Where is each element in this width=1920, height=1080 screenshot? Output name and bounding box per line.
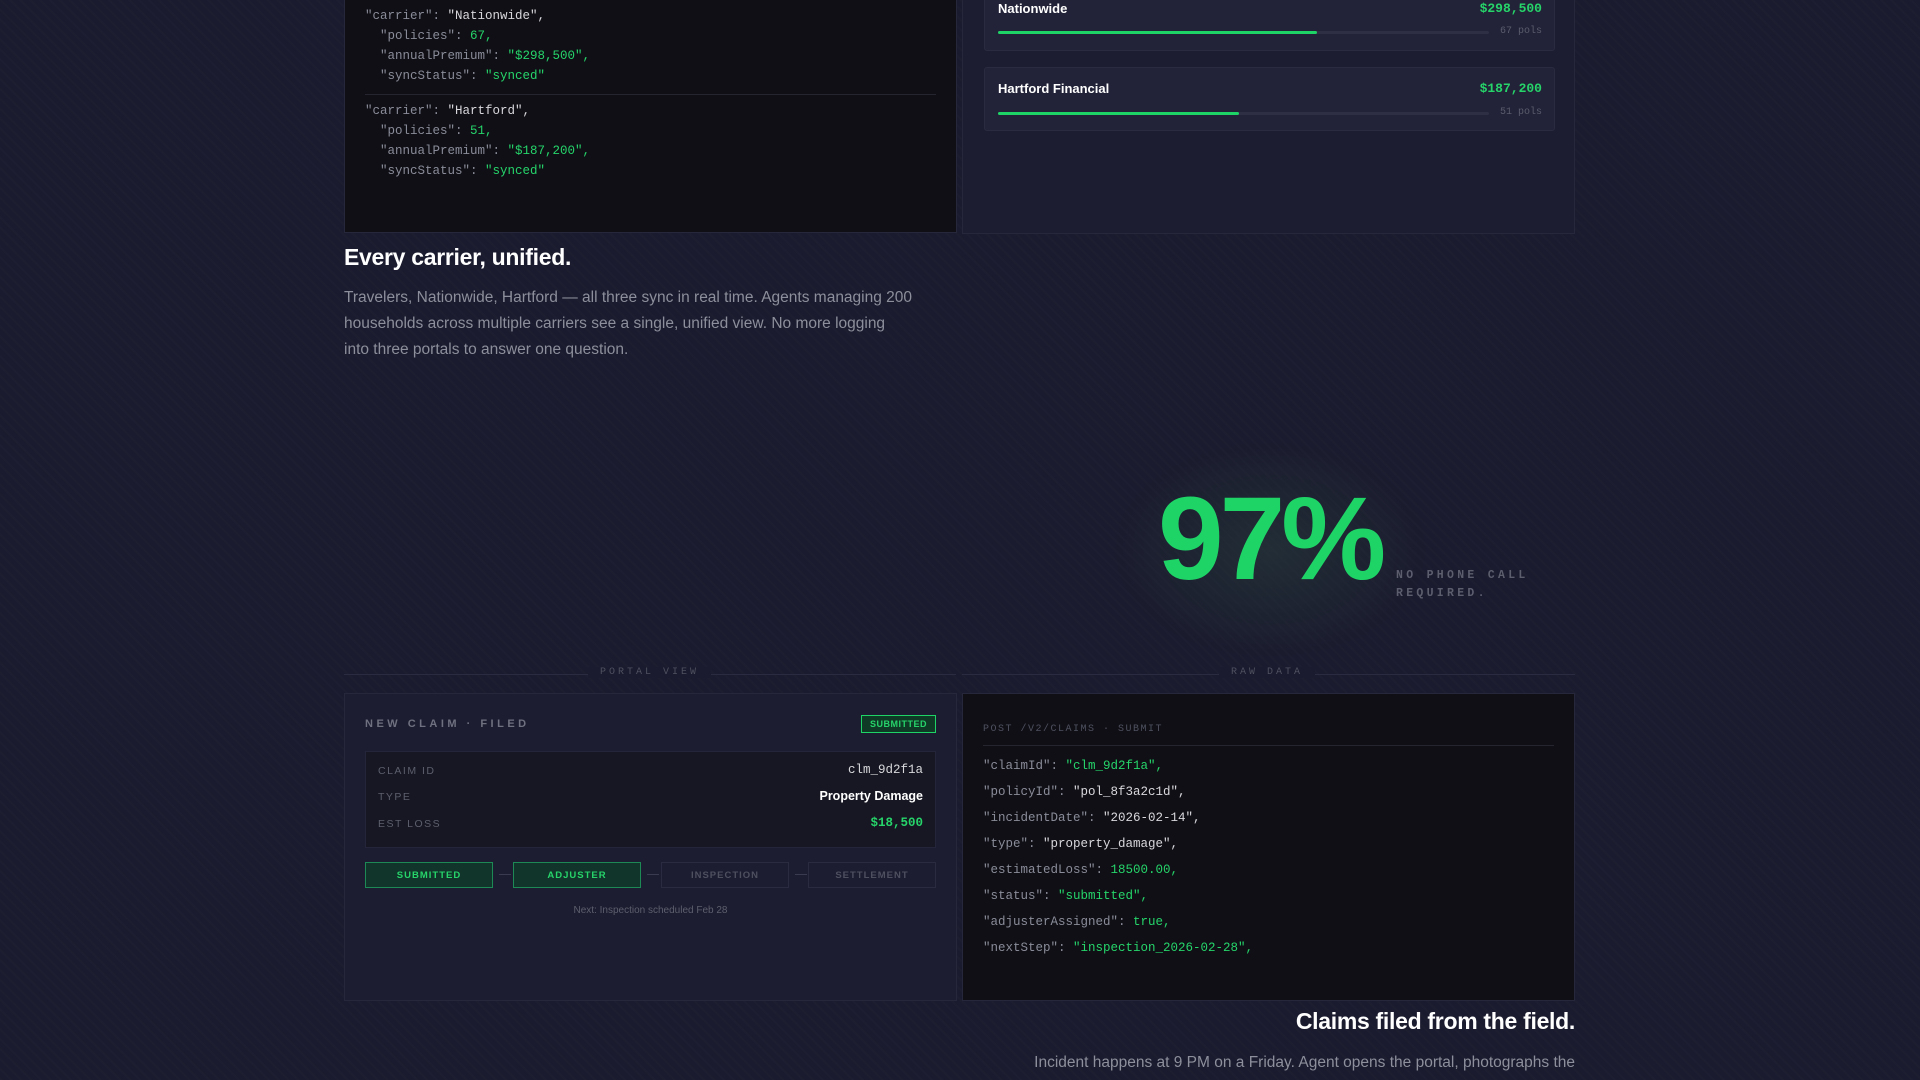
code-line: "policies": 67, [365, 29, 493, 43]
raw-json-line: "type": "property_damage", [983, 837, 1179, 851]
code-line: "carrier": "Hartford", [365, 104, 531, 118]
raw-value: "property_damage", [1043, 837, 1179, 851]
claims-heading: Claims filed from the field. [1295, 1008, 1575, 1034]
raw-json-line: "status": "submitted", [983, 889, 1149, 903]
code-value: "synced" [485, 164, 546, 178]
carrier-amount: $298,500 [1479, 1, 1542, 16]
carrier-progress-fill [998, 112, 1239, 115]
claim-value: $18,500 [870, 816, 923, 830]
stat-label: NO PHONE CALL REQUIRED. [1396, 569, 1529, 600]
code-line: "carrier": "Nationwide", [365, 9, 546, 23]
raw-value: "submitted", [1058, 889, 1149, 903]
code-value: "Nationwide" [447, 9, 538, 23]
claim-key: TYPE [378, 791, 412, 803]
code-value: "$187,200" [507, 144, 583, 158]
claims-body: Incident happens at 9 PM on a Friday. Ag… [1034, 1054, 1575, 1071]
raw-endpoint-header: POST /V2/CLAIMS · SUBMIT [983, 724, 1164, 735]
step-connector [795, 874, 807, 875]
divider-label-portal-view: PORTAL VIEW [588, 667, 712, 678]
carrier-policy-count: 51 pols [1499, 107, 1542, 118]
raw-key: "type" [983, 837, 1029, 851]
claim-row-est-loss: EST LOSS $18,500 [378, 815, 923, 835]
carrier-progress-bar [998, 112, 1489, 115]
raw-key: "status" [983, 889, 1044, 903]
step-connector [647, 874, 659, 875]
claim-details: CLAIM ID clm_9d2f1a TYPE Property Damage… [365, 751, 936, 848]
portal-title: NEW CLAIM · FILED [365, 718, 530, 730]
unified-body: Travelers, Nationwide, Hartford — all th… [344, 289, 913, 358]
raw-value: "2026-02-14", [1103, 811, 1201, 825]
raw-divider [983, 745, 1554, 746]
claim-row-type: TYPE Property Damage [378, 788, 923, 808]
carrier-progress-bar [998, 31, 1489, 34]
code-block-hartford: "carrier": "Hartford", "policies": 51, "… [365, 101, 936, 181]
code-line: "syncStatus": "synced" [365, 69, 546, 83]
claim-value: clm_9d2f1a [847, 763, 923, 777]
raw-value: "pol_8f3a2c1d", [1073, 785, 1186, 799]
claim-progress-steps: SUBMITTED ADJUSTER INSPECTION SETTLEMENT [365, 862, 936, 888]
carrier-cards-panel: Nationwide $298,500 67 pols Hartford Fin… [962, 0, 1575, 234]
step-connector [499, 874, 511, 875]
raw-json-line: "claimId": "clm_9d2f1a", [983, 759, 1164, 773]
carrier-amount: $187,200 [1479, 81, 1542, 96]
code-value: 51 [470, 124, 486, 138]
claim-portal-card: NEW CLAIM · FILED SUBMITTED CLAIM ID clm… [344, 693, 957, 1001]
carrier-name: Nationwide [998, 1, 1068, 16]
step-submitted[interactable]: SUBMITTED [365, 862, 493, 888]
code-block-nationwide: "carrier": "Nationwide", "policies": 67,… [365, 6, 936, 86]
raw-data-panel: POST /V2/CLAIMS · SUBMIT "claimId": "clm… [962, 693, 1575, 1001]
status-badge: SUBMITTED [861, 715, 936, 733]
raw-key: "nextStep" [983, 941, 1059, 955]
carrier-card-nationwide[interactable]: Nationwide $298,500 67 pols [984, 0, 1555, 51]
stat-value: 97% [1158, 473, 1386, 605]
carrier-code-panel: "carrier": "Nationwide", "policies": 67,… [344, 0, 957, 233]
raw-value: 18500.00, [1110, 863, 1179, 877]
raw-value: true, [1133, 915, 1171, 929]
raw-json-lines: "claimId": "clm_9d2f1a", "policyId": "pol… [983, 753, 1253, 961]
raw-json-line: "nextStep": "inspection_2026-02-28", [983, 941, 1254, 955]
code-value: "$298,500" [507, 49, 583, 63]
next-step-note: Next: Inspection scheduled Feb 28 [573, 905, 728, 916]
code-divider [365, 94, 936, 95]
raw-json-line: "estimatedLoss": 18500.00, [983, 863, 1179, 877]
claim-value: Property Damage [819, 789, 923, 803]
raw-key: "adjusterAssigned" [983, 915, 1119, 929]
carrier-policy-count: 67 pols [1499, 26, 1542, 37]
raw-key: "incidentDate" [983, 811, 1089, 825]
code-line: "annualPremium": "$187,200", [365, 144, 591, 158]
raw-json-line: "adjusterAssigned": true, [983, 915, 1171, 929]
raw-key: "claimId" [983, 759, 1051, 773]
code-line: "syncStatus": "synced" [365, 164, 546, 178]
code-line: "policies": 51, [365, 124, 493, 138]
raw-key: "estimatedLoss" [983, 863, 1096, 877]
carrier-name: Hartford Financial [998, 81, 1110, 96]
carrier-card-hartford[interactable]: Hartford Financial $187,200 51 pols [984, 67, 1555, 131]
divider-label-raw-data: RAW DATA [1219, 667, 1316, 678]
step-settlement[interactable]: SETTLEMENT [808, 862, 936, 888]
step-adjuster[interactable]: ADJUSTER [513, 862, 641, 888]
raw-key: "policyId" [983, 785, 1059, 799]
step-inspection[interactable]: INSPECTION [661, 862, 789, 888]
code-line: "annualPremium": "$298,500", [365, 49, 591, 63]
claim-key: EST LOSS [378, 818, 442, 830]
code-value: 67 [470, 29, 486, 43]
raw-json-line: "incidentDate": "2026-02-14", [983, 811, 1201, 825]
claim-row-id: CLAIM ID clm_9d2f1a [378, 762, 923, 782]
code-value: "synced" [485, 69, 546, 83]
raw-json-line: "policyId": "pol_8f3a2c1d", [983, 785, 1186, 799]
code-value: "Hartford" [447, 104, 523, 118]
raw-value: "inspection_2026-02-28", [1073, 941, 1254, 955]
claim-key: CLAIM ID [378, 765, 436, 777]
raw-value: "clm_9d2f1a", [1065, 759, 1164, 773]
unified-heading: Every carrier, unified. [344, 244, 572, 270]
carrier-progress-fill [998, 31, 1318, 34]
